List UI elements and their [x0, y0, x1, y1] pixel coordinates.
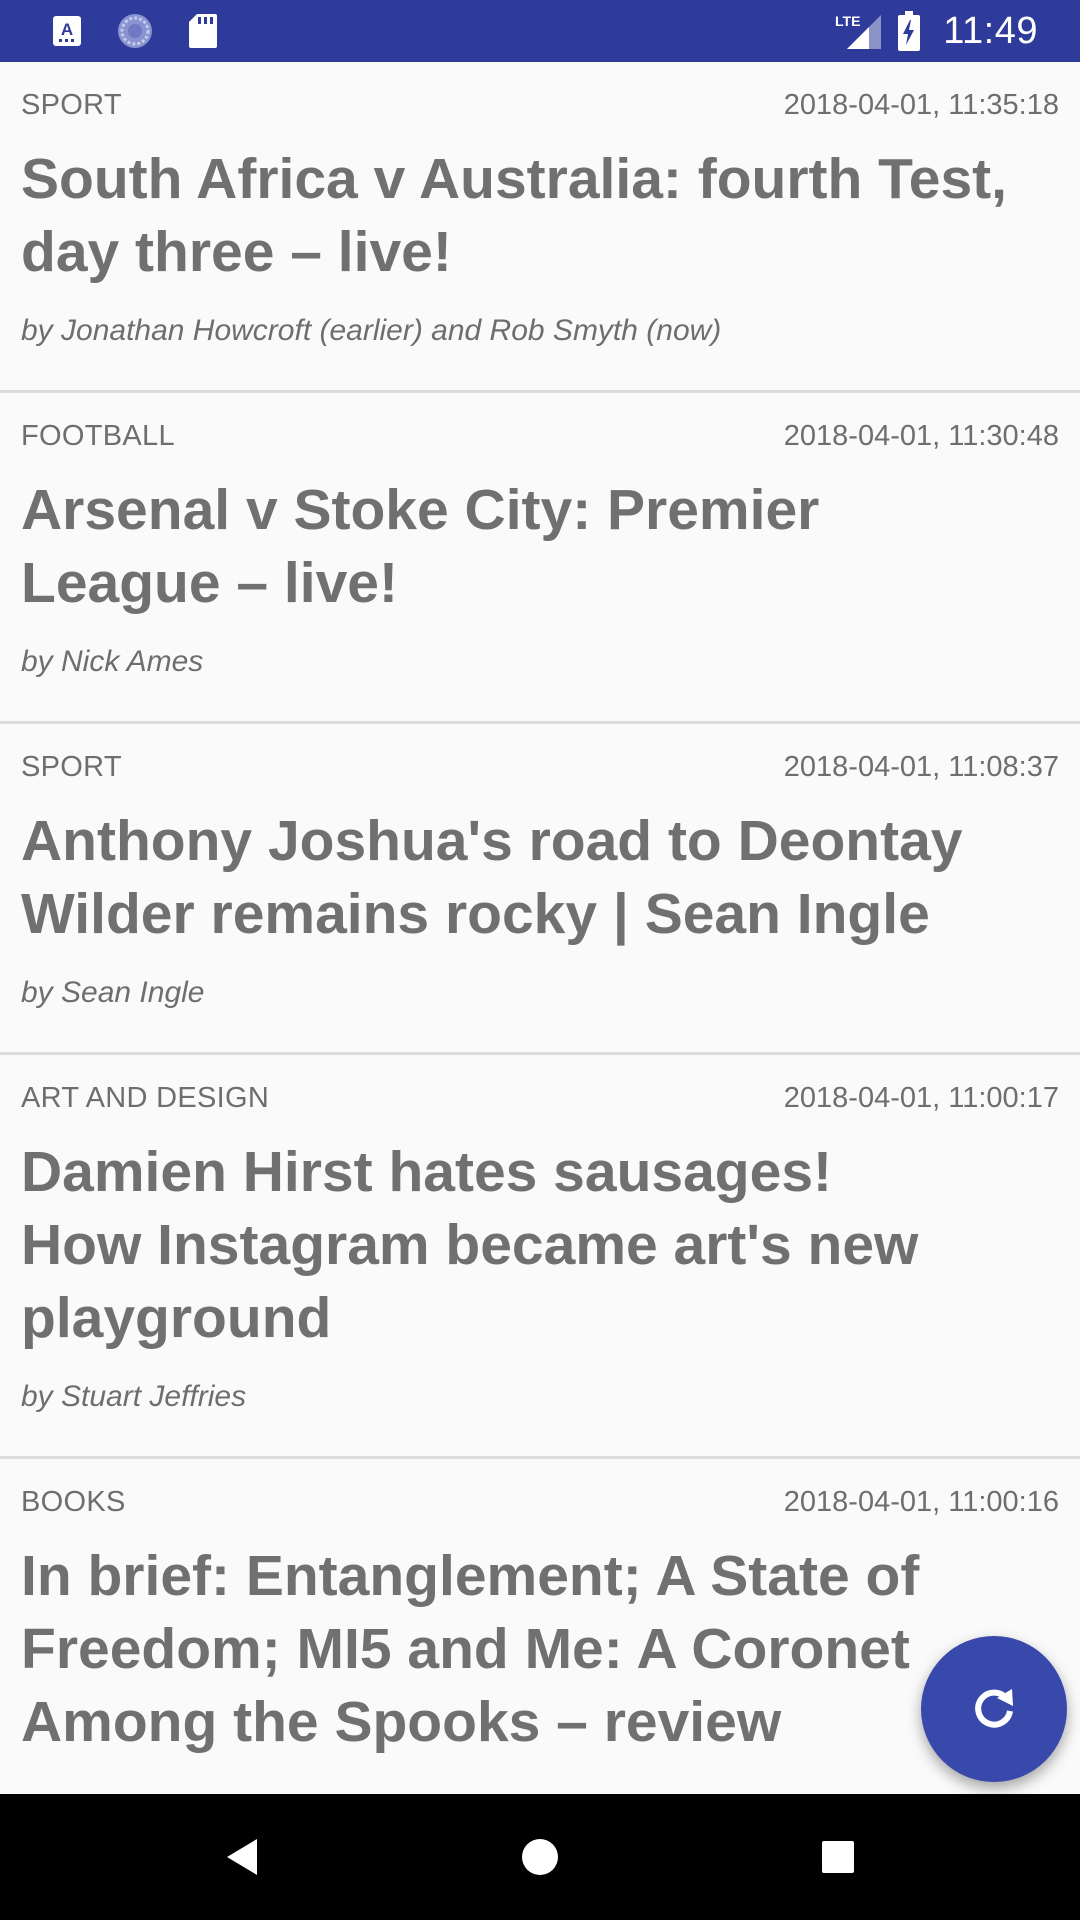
navigation-bar [0, 1794, 1080, 1920]
keyboard-icon: A [53, 16, 81, 46]
svg-text:A: A [61, 20, 73, 39]
article-section: SPORT [21, 750, 122, 783]
article-byline: by Stuart Jeffries [21, 1380, 247, 1413]
sd-card-icon [189, 14, 217, 48]
article-byline: by Sean Ingle [21, 976, 205, 1009]
battery-charging-icon [898, 11, 921, 51]
article-headline[interactable]: Anthony Joshua's road to Deontay Wilder … [21, 805, 1061, 951]
svg-text:LTE: LTE [835, 13, 860, 29]
back-icon [227, 1839, 257, 1875]
refresh-icon [975, 1689, 1013, 1728]
article-card[interactable]: ART AND DESIGN 2018-04-01, 11:00:17 Dami… [0, 1055, 1080, 1459]
article-card[interactable]: BOOKS 2018-04-01, 11:00:16 In brief: Ent… [0, 1459, 1080, 1794]
refresh-button[interactable] [921, 1636, 1067, 1782]
article-card[interactable]: SPORT 2018-04-01, 11:08:37 Anthony Joshu… [0, 724, 1080, 1055]
recents-button[interactable] [798, 1824, 878, 1890]
article-section: SPORT [21, 88, 122, 121]
article-headline[interactable]: South Africa v Australia: fourth Test, d… [21, 143, 1061, 289]
article-list[interactable]: SPORT 2018-04-01, 11:35:18 South Africa … [0, 62, 1080, 1794]
article-headline[interactable]: Damien Hirst hates sausages! How Instagr… [21, 1136, 1061, 1355]
home-icon [522, 1839, 558, 1875]
article-meta: FOOTBALL 2018-04-01, 11:30:48 [21, 419, 1059, 453]
recents-icon [822, 1841, 854, 1873]
article-section: ART AND DESIGN [21, 1081, 270, 1114]
status-right-icons: LTE 11:49 [835, 8, 1038, 54]
article-byline: by Nick Ames [21, 645, 204, 678]
article-timestamp: 2018-04-01, 11:30:48 [783, 419, 1059, 452]
article-meta: SPORT 2018-04-01, 11:08:37 [21, 750, 1059, 784]
article-headline[interactable]: Arsenal v Stoke City: Premier League – l… [21, 474, 1061, 620]
article-timestamp: 2018-04-01, 11:08:37 [783, 750, 1059, 783]
article-section: BOOKS [21, 1485, 126, 1518]
status-bar: A LTE 11:49 [0, 0, 1080, 62]
article-timestamp: 2018-04-01, 11:35:18 [783, 88, 1059, 121]
status-clock: 11:49 [943, 9, 1038, 52]
article-meta: ART AND DESIGN 2018-04-01, 11:00:17 [21, 1081, 1059, 1115]
sync-icon [118, 14, 152, 48]
article-meta: SPORT 2018-04-01, 11:35:18 [21, 88, 1059, 122]
article-card[interactable]: SPORT 2018-04-01, 11:35:18 South Africa … [0, 62, 1080, 393]
back-button[interactable] [202, 1824, 282, 1890]
status-left-icons: A [52, 12, 218, 50]
article-byline: by Jonathan Howcroft (earlier) and Rob S… [21, 314, 722, 347]
home-button[interactable] [500, 1824, 580, 1890]
article-section: FOOTBALL [21, 419, 175, 452]
article-headline[interactable]: In brief: Entanglement; A State of Freed… [21, 1540, 1061, 1759]
article-timestamp: 2018-04-01, 11:00:16 [783, 1485, 1059, 1518]
article-card[interactable]: FOOTBALL 2018-04-01, 11:30:48 Arsenal v … [0, 393, 1080, 724]
article-timestamp: 2018-04-01, 11:00:17 [783, 1081, 1059, 1114]
lte-signal-icon: LTE [835, 13, 882, 49]
article-meta: BOOKS 2018-04-01, 11:00:16 [21, 1485, 1059, 1519]
